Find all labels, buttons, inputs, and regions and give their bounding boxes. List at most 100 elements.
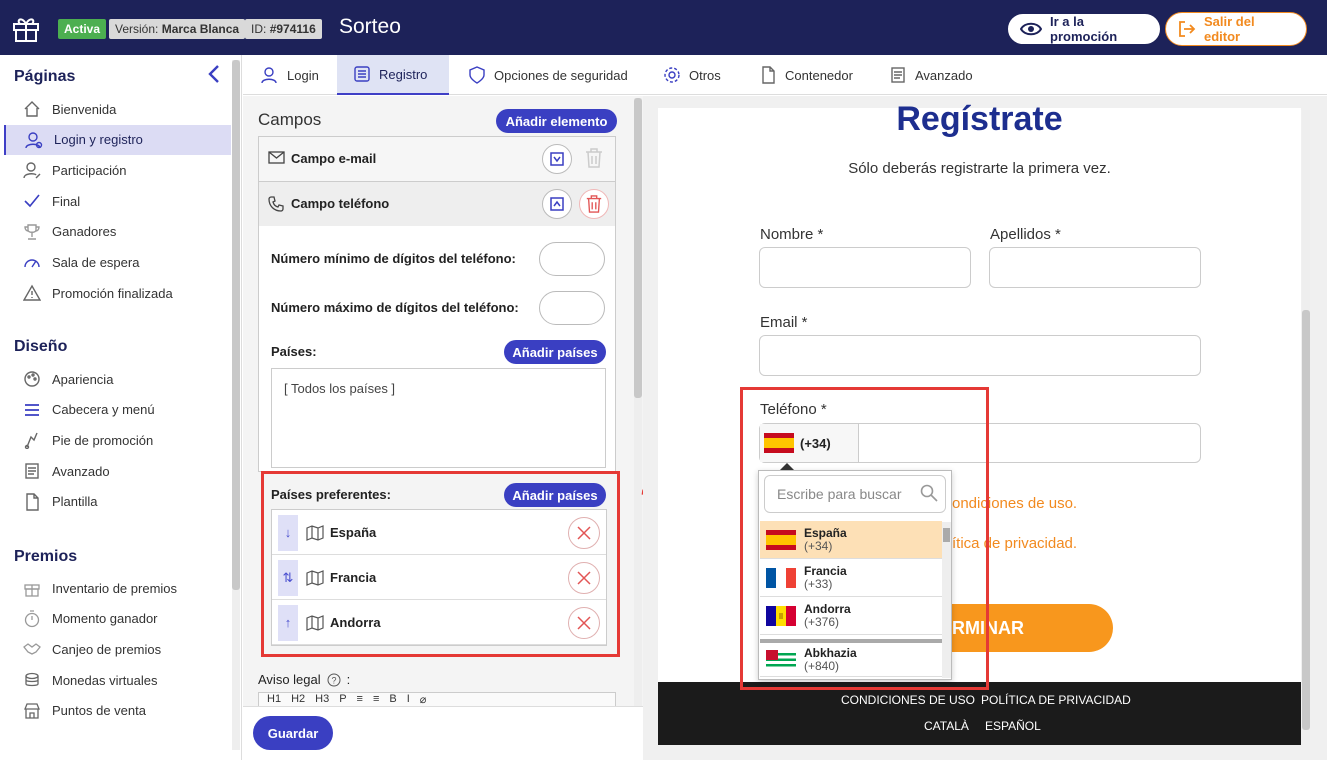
email-input[interactable]	[759, 335, 1201, 376]
toolbar-button[interactable]: H1	[267, 693, 281, 706]
check-icon	[22, 191, 42, 211]
sidebar-item-ganadores[interactable]: Ganadores	[4, 217, 231, 247]
toolbar-button[interactable]: ≡	[357, 693, 363, 706]
editor-scroll-thumb[interactable]	[634, 98, 642, 398]
sidebar-item-label: Apariencia	[52, 371, 114, 387]
sidebar-item-label: Plantilla	[52, 494, 98, 510]
preview-footer	[658, 682, 1301, 745]
preferred-country-row[interactable]: ↓ España	[272, 511, 606, 555]
envelope-icon	[268, 151, 285, 164]
preferred-label: Países preferentes:	[271, 487, 391, 502]
save-button[interactable]: Guardar	[253, 716, 333, 750]
tab-label: Otros	[689, 67, 721, 83]
svg-text:?: ?	[331, 675, 336, 685]
sidebar-item-label: Bienvenida	[52, 101, 117, 117]
toolbar-button[interactable]: ≡	[373, 693, 379, 706]
countries-textarea[interactable]: [ Todos los países ]	[271, 368, 606, 468]
name-label: Nombre *	[760, 226, 824, 243]
tab-opciones-de-seguridad[interactable]: Opciones de seguridad	[452, 55, 644, 95]
exit-icon	[1178, 20, 1196, 38]
preferred-country-name: Andorra	[330, 615, 381, 630]
collapse-chevron-icon[interactable]	[206, 64, 222, 84]
tab-avanzado[interactable]: Avanzado	[873, 55, 993, 95]
sidebar-scroll-thumb[interactable]	[232, 60, 240, 590]
preview-scroll-thumb[interactable]	[1302, 310, 1310, 730]
register-title: Regístrate	[896, 100, 1063, 138]
gift-icon	[22, 578, 42, 598]
legal-notice-label: Aviso legal ? :	[258, 672, 350, 687]
max-digits-label: Número máximo de dígitos del teléfono:	[271, 300, 519, 315]
collapse-button[interactable]	[542, 189, 572, 219]
remove-country-button[interactable]	[568, 517, 600, 549]
sidebar-item-cabecera-y-menú[interactable]: Cabecera y menú	[4, 395, 231, 425]
preferred-country-row[interactable]: ⇅ Francia	[272, 556, 606, 600]
trophy-icon	[22, 222, 42, 242]
toolbar-button[interactable]: ⌀	[420, 693, 427, 706]
stopwatch-icon	[22, 609, 42, 629]
min-digits-label: Número mínimo de dígitos del teléfono:	[271, 251, 516, 266]
sidebar-item-apariencia[interactable]: Apariencia	[4, 364, 231, 394]
phone-icon	[268, 196, 284, 212]
home-icon	[22, 99, 42, 119]
toolbar-button[interactable]: H3	[315, 693, 329, 706]
sidebar-item-label: Avanzado	[52, 463, 110, 479]
tab-label: Opciones de seguridad	[494, 67, 628, 83]
sidebar-item-plantilla[interactable]: Plantilla	[4, 487, 231, 517]
sidebar-item-bienvenida[interactable]: Bienvenida	[4, 94, 231, 124]
sidebar-item-participación[interactable]: Participación	[4, 155, 231, 185]
delete-phone-button[interactable]	[579, 189, 609, 219]
chevron-up-icon	[550, 197, 564, 211]
tab-label: Avanzado	[915, 67, 973, 83]
remove-country-button[interactable]	[568, 607, 600, 639]
footer-privacy-link[interactable]: POLÍTICA DE PRIVACIDAD	[981, 693, 1131, 707]
sidebar-item-momento-ganador[interactable]: Momento ganador	[4, 604, 231, 634]
sidebar-item-canjeo-de-premios[interactable]: Canjeo de premios	[4, 634, 231, 664]
legal-notice-colon: :	[346, 672, 351, 687]
toolbar-button[interactable]: I	[407, 693, 410, 706]
tab-login[interactable]: Login	[245, 55, 337, 95]
reorder-handle[interactable]: ⇅	[278, 559, 298, 596]
footer-espanol-link[interactable]: ESPAÑOL	[985, 719, 1041, 733]
map-icon	[306, 569, 324, 586]
surname-input[interactable]	[989, 247, 1201, 288]
editor-toolbar: H1 H2 H3 P ≡ ≡ B I ⌀	[258, 692, 616, 706]
sidebar-item-promoción-finalizada[interactable]: Promoción finalizada	[4, 278, 231, 308]
sidebar-item-label: Cabecera y menú	[52, 402, 155, 418]
sidebar-item-avanzado[interactable]: Avanzado	[4, 456, 231, 486]
go-to-promotion-button[interactable]: Ir a la promoción	[1006, 12, 1162, 46]
toolbar-button[interactable]: P	[339, 693, 346, 706]
sidebar-item-monedas-virtuales[interactable]: Monedas virtuales	[4, 665, 231, 695]
footer-icon	[22, 430, 42, 450]
help-icon[interactable]: ?	[327, 673, 341, 687]
footer-catala-link[interactable]: CATALÀ	[924, 719, 969, 733]
sidebar-item-sala-de-espera[interactable]: Sala de espera	[4, 248, 231, 278]
min-digits-input[interactable]	[539, 242, 605, 276]
add-preferred-button[interactable]: Añadir países	[504, 483, 606, 507]
tab-otros[interactable]: Otros	[647, 55, 740, 95]
max-digits-input[interactable]	[539, 291, 605, 325]
exit-editor-button[interactable]: Salir del editor	[1165, 12, 1307, 46]
sidebar-item-final[interactable]: Final	[4, 186, 231, 216]
sidebar-item-puntos-de-venta[interactable]: Puntos de venta	[4, 696, 231, 726]
toolbar-button[interactable]: H2	[291, 693, 305, 706]
tab-registro[interactable]: Registro	[337, 55, 449, 95]
toolbar-button[interactable]: B	[389, 693, 396, 706]
close-icon	[576, 615, 592, 631]
tab-contenedor[interactable]: Contenedor	[743, 55, 870, 95]
gift-logo-icon[interactable]	[10, 12, 42, 44]
sidebar-item-login-y-registro[interactable]: Login y registro	[4, 124, 231, 155]
add-element-button[interactable]: Añadir elemento	[496, 109, 617, 133]
reorder-handle[interactable]: ↑	[278, 604, 298, 641]
preferred-country-row[interactable]: ↑ Andorra	[272, 601, 606, 645]
name-input[interactable]	[759, 247, 971, 288]
reorder-handle[interactable]: ↓	[278, 514, 298, 551]
sidebar-item-inventario-de-premios[interactable]: Inventario de premios	[4, 573, 231, 603]
expand-button[interactable]	[542, 144, 572, 174]
sidebar-item-label: Monedas virtuales	[52, 672, 158, 688]
add-countries-button[interactable]: Añadir países	[504, 340, 606, 364]
sidebar-item-pie-de-promoción[interactable]: Pie de promoción	[4, 425, 231, 455]
remove-country-button[interactable]	[568, 562, 600, 594]
footer-conditions-link[interactable]: CONDICIONES DE USO	[841, 693, 975, 707]
sidebar-item-label: Pie de promoción	[52, 432, 154, 448]
document-icon	[22, 461, 42, 481]
